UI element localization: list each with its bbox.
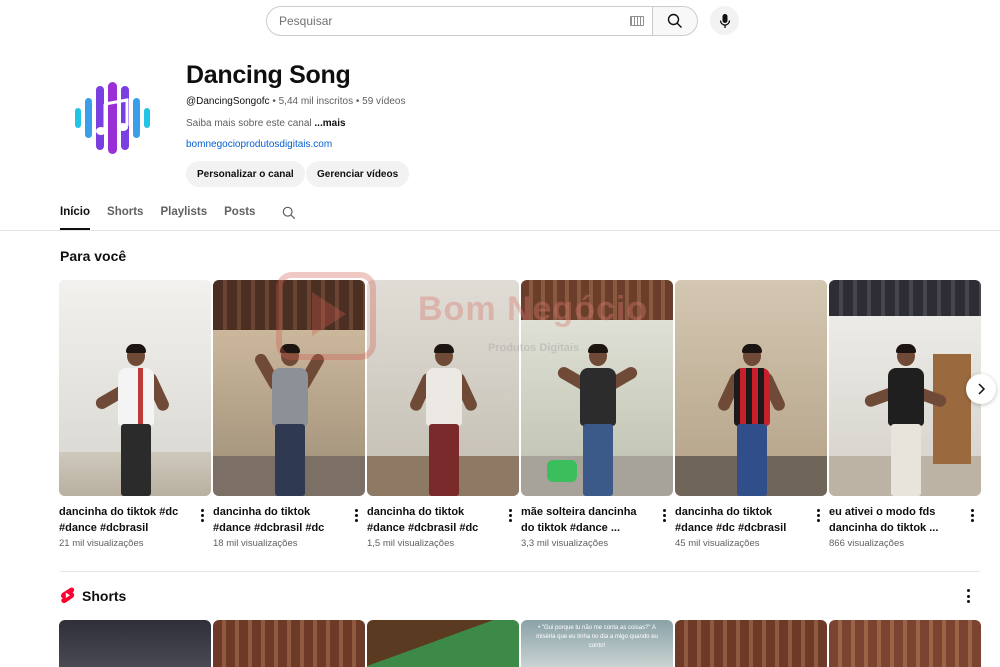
dancer-figure [93, 344, 171, 496]
channel-handle: @DancingSongofc [186, 96, 270, 107]
more-options-icon[interactable] [965, 589, 971, 603]
video-thumbnail[interactable] [521, 280, 673, 496]
section-title-for-you: Para você [60, 248, 127, 264]
customize-channel-button[interactable]: Personalizar o canal [186, 161, 305, 187]
video-card[interactable]: dancinha do tiktok #dance #dcbrasil #dc … [213, 280, 365, 549]
channel-avatar[interactable] [59, 60, 175, 176]
video-views: 18 mil visualizações [213, 538, 298, 549]
more-options-icon[interactable] [505, 506, 515, 524]
channel-meta: @DancingSongofc • 5,44 mil inscritos • 5… [186, 96, 406, 107]
carousel-next-button[interactable] [966, 374, 996, 404]
video-title[interactable]: dancinha do tiktok #dc #dance #dcbrasil [59, 504, 187, 536]
video-title[interactable]: dancinha do tiktok #dance #dcbrasil #dc [213, 504, 341, 536]
video-title[interactable]: eu ativei o modo fds dancinha do tiktok … [829, 504, 957, 536]
dancer-figure [863, 344, 948, 496]
video-thumbnail[interactable] [367, 280, 519, 496]
short-caption: • "Gui porque tu não me conta as coisas?… [536, 625, 658, 649]
manage-videos-button[interactable]: Gerenciar vídeos [306, 161, 410, 187]
short-thumbnail[interactable] [367, 620, 519, 667]
tab-playlists[interactable]: Playlists [160, 200, 207, 230]
more-options-icon[interactable] [813, 506, 823, 524]
more-link[interactable]: ...mais [314, 118, 345, 129]
tab-posts[interactable]: Posts [224, 200, 255, 230]
short-thumbnail[interactable] [213, 620, 365, 667]
shorts-logo-icon [61, 587, 75, 604]
search-input[interactable]: Pesquisar [266, 6, 652, 36]
chevron-right-icon [978, 383, 986, 395]
channel-external-link[interactable]: bomnegocioprodutosdigitais.com [186, 139, 332, 150]
microphone-icon [719, 13, 730, 28]
voice-search-button[interactable] [710, 6, 739, 35]
video-thumbnail[interactable] [829, 280, 981, 496]
video-views: 1,5 mil visualizações [367, 538, 455, 549]
channel-description[interactable]: Saiba mais sobre este canal ...mais [186, 118, 346, 129]
channel-stats: • 5,44 mil inscritos • 59 vídeos [269, 96, 406, 107]
description-text: Saiba mais sobre este canal [186, 118, 315, 129]
channel-name: Dancing Song [186, 61, 351, 89]
more-options-icon[interactable] [197, 506, 207, 524]
video-card[interactable]: dancinha do tiktok #dance #dcbrasil #dc … [367, 280, 519, 549]
search-icon [667, 13, 682, 28]
video-views: 866 visualizações [829, 538, 904, 549]
video-views: 45 mil visualizações [675, 538, 760, 549]
section-title-shorts: Shorts [82, 587, 127, 604]
video-title[interactable]: mãe solteira dancinha do tiktok #dance .… [521, 504, 649, 536]
video-card[interactable]: dancinha do tiktok #dc #dance #dcbrasil … [59, 280, 211, 549]
shorts-header: Shorts [60, 587, 126, 604]
dancer-figure [252, 344, 327, 496]
more-options-icon[interactable] [659, 506, 669, 524]
channel-search-button[interactable] [282, 200, 296, 225]
video-card[interactable]: mãe solteira dancinha do tiktok #dance .… [521, 280, 673, 549]
video-views: 3,3 mil visualizações [521, 538, 609, 549]
more-options-icon[interactable] [967, 506, 977, 524]
dancer-figure [408, 344, 479, 496]
search-placeholder: Pesquisar [279, 14, 333, 28]
video-card[interactable]: eu ativei o modo fds dancinha do tiktok … [829, 280, 981, 549]
video-title[interactable]: dancinha do tiktok #dance #dc #dcbrasil [675, 504, 803, 536]
dancer-figure [716, 344, 787, 496]
section-divider [60, 571, 980, 572]
tabs-divider [0, 230, 1000, 231]
music-note-logo-icon [75, 82, 150, 154]
video-thumbnail[interactable] [675, 280, 827, 496]
video-views: 21 mil visualizações [59, 538, 144, 549]
short-thumbnail[interactable] [675, 620, 827, 667]
keyboard-icon[interactable] [630, 16, 644, 26]
more-options-icon[interactable] [351, 506, 361, 524]
channel-tabs: Início Shorts Playlists Posts [60, 200, 296, 230]
search-bar: Pesquisar [266, 6, 698, 36]
short-thumbnail[interactable] [59, 620, 211, 667]
video-card[interactable]: dancinha do tiktok #dance #dc #dcbrasil … [675, 280, 827, 549]
tab-shorts[interactable]: Shorts [107, 200, 143, 230]
short-thumbnail[interactable]: • "Gui porque tu não me conta as coisas?… [521, 620, 673, 667]
video-thumbnail[interactable] [213, 280, 365, 496]
search-button[interactable] [652, 6, 698, 36]
short-thumbnail[interactable] [829, 620, 981, 667]
search-icon [283, 206, 296, 220]
video-title[interactable]: dancinha do tiktok #dance #dcbrasil #dc [367, 504, 495, 536]
tab-home[interactable]: Início [60, 200, 91, 230]
video-thumbnail[interactable] [59, 280, 211, 496]
